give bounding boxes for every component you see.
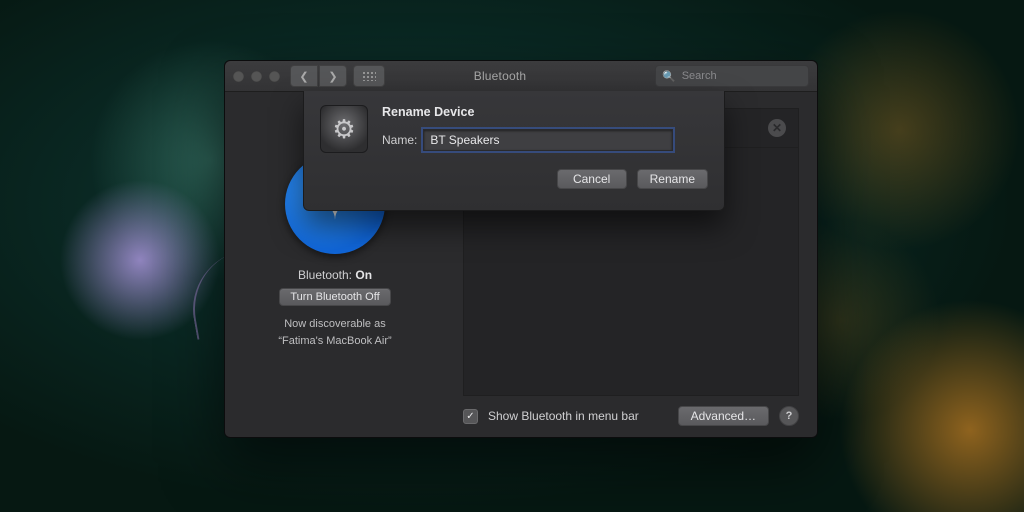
desktop-background: ❮ ❯ Bluetooth 🔍 ✦ Bluetooth: <box>0 0 1024 512</box>
device-name-input[interactable] <box>423 129 673 151</box>
rename-button[interactable]: Rename <box>637 169 708 189</box>
menubar-checkbox[interactable]: ✓ <box>463 409 478 424</box>
menubar-checkbox-label: Show Bluetooth in menu bar <box>488 409 639 423</box>
window-controls <box>233 71 280 82</box>
discoverable-text: Now discoverable as “Fatima's MacBook Ai… <box>278 316 391 349</box>
forward-button[interactable]: ❯ <box>319 65 347 87</box>
window-titlebar: ❮ ❯ Bluetooth 🔍 <box>225 61 817 92</box>
bluetooth-status-label: Bluetooth: <box>298 268 352 282</box>
search-input[interactable] <box>680 69 826 83</box>
cancel-button[interactable]: Cancel <box>557 169 627 189</box>
remove-device-button[interactable]: ✕ <box>768 119 786 137</box>
chevron-left-icon: ❮ <box>299 70 308 83</box>
toggle-bluetooth-button[interactable]: Turn Bluetooth Off <box>279 288 390 306</box>
back-button[interactable]: ❮ <box>290 65 318 87</box>
bluetooth-prefs-window: ❮ ❯ Bluetooth 🔍 ✦ Bluetooth: <box>224 60 818 438</box>
bluetooth-status-line: Bluetooth: On <box>298 268 372 282</box>
minimize-window-button[interactable] <box>251 71 262 82</box>
close-icon: ✕ <box>772 122 782 134</box>
discoverable-line1: Now discoverable as <box>278 316 391 333</box>
close-window-button[interactable] <box>233 71 244 82</box>
search-icon: 🔍 <box>662 70 676 83</box>
advanced-button[interactable]: Advanced… <box>678 406 769 426</box>
system-prefs-icon: ⚙ <box>320 105 368 153</box>
name-field-label: Name: <box>382 133 417 147</box>
help-button[interactable]: ? <box>779 406 799 426</box>
discoverable-line2: “Fatima's MacBook Air” <box>278 333 391 350</box>
panel-footer: ✓ Show Bluetooth in menu bar Advanced… ? <box>463 406 799 426</box>
chevron-right-icon: ❯ <box>328 70 337 83</box>
search-field-wrap[interactable]: 🔍 <box>655 65 809 87</box>
bluetooth-status-value: On <box>355 268 372 282</box>
help-icon: ? <box>786 410 793 422</box>
window-title: Bluetooth <box>345 69 655 83</box>
nav-buttons: ❮ ❯ <box>290 65 347 87</box>
sheet-title: Rename Device <box>382 105 708 119</box>
rename-device-sheet: ⚙ Rename Device Name: Cancel Rename <box>303 91 725 211</box>
zoom-window-button[interactable] <box>269 71 280 82</box>
